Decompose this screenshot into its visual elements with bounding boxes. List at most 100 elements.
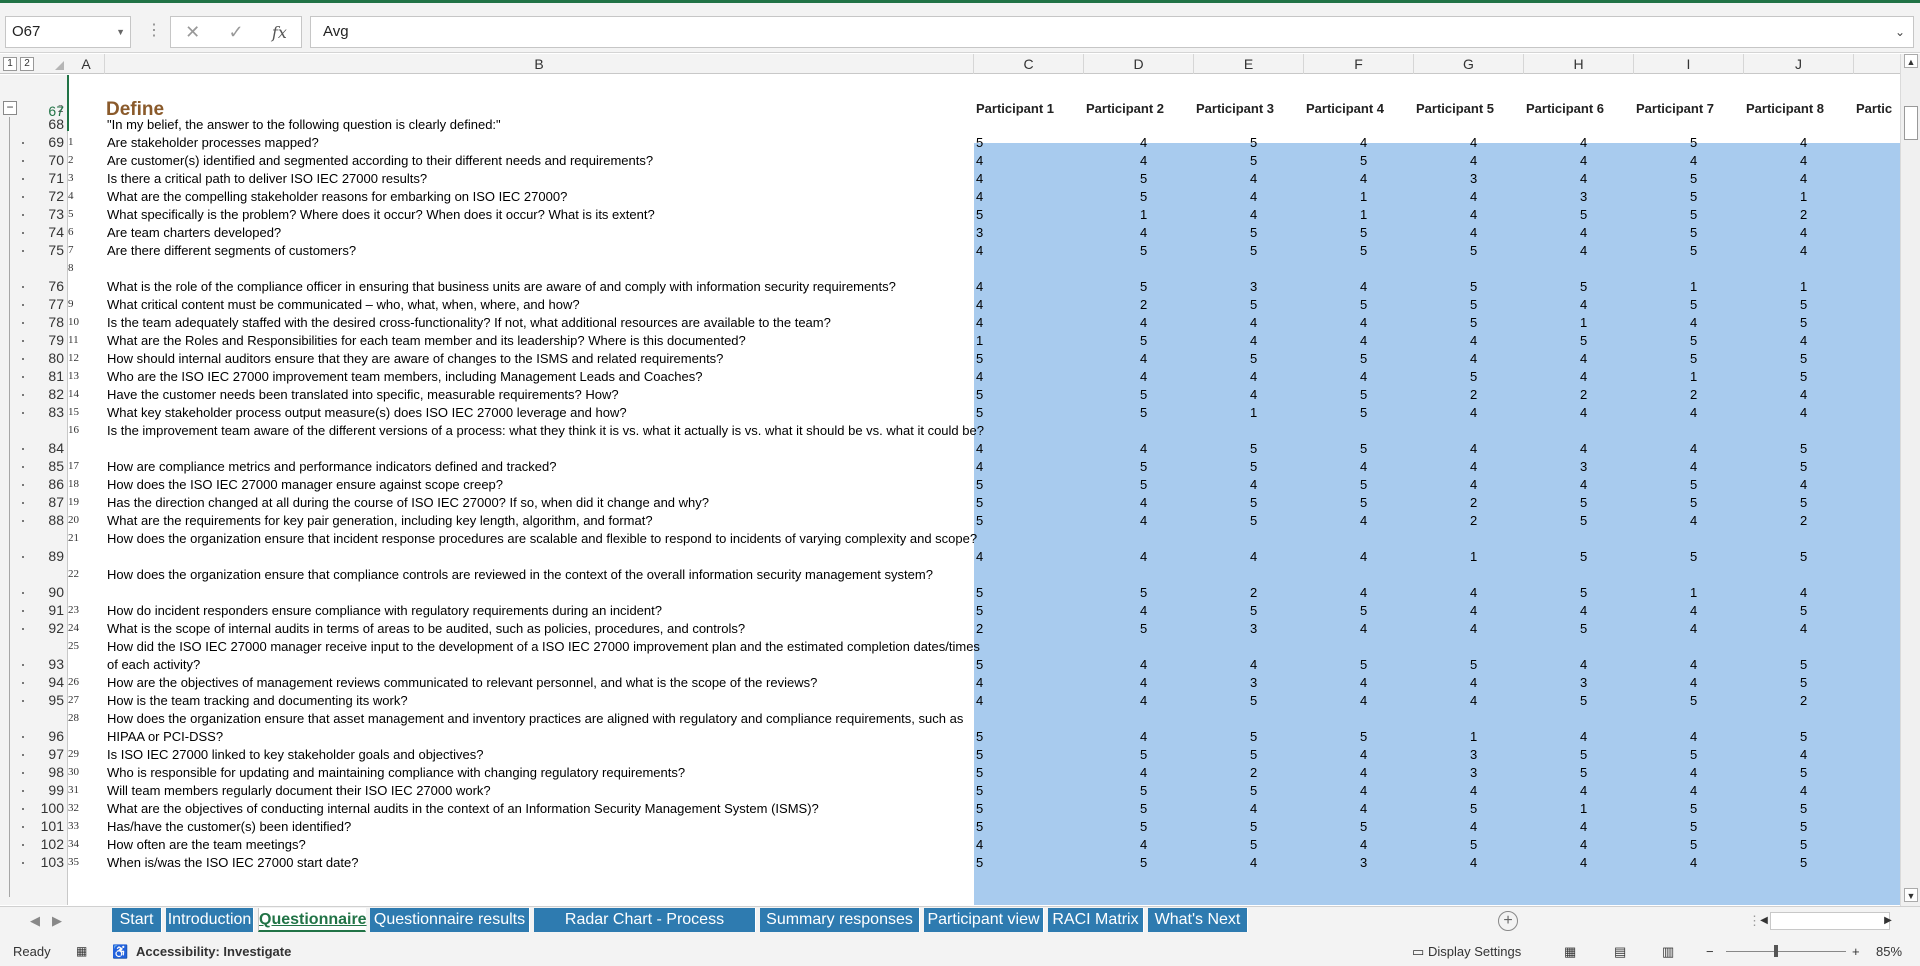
row-header-80[interactable]: 80 bbox=[38, 350, 66, 366]
score-cell[interactable]: 5 bbox=[1140, 170, 1147, 188]
score-cell[interactable]: 4 bbox=[1470, 602, 1477, 620]
score-cell[interactable]: 5 bbox=[976, 818, 983, 836]
score-cell[interactable]: 5 bbox=[1800, 800, 1807, 818]
score-cell[interactable]: 2 bbox=[1470, 494, 1477, 512]
scroll-down-icon[interactable]: ▼ bbox=[1904, 888, 1918, 902]
score-cell[interactable]: 4 bbox=[1690, 602, 1697, 620]
column-header-f[interactable]: F bbox=[1304, 54, 1414, 74]
score-cell[interactable]: 1 bbox=[1690, 368, 1697, 386]
score-cell[interactable]: 4 bbox=[1580, 368, 1587, 386]
score-cell[interactable]: 4 bbox=[1360, 764, 1367, 782]
score-cell[interactable]: 4 bbox=[1250, 386, 1257, 404]
score-cell[interactable]: 4 bbox=[1140, 764, 1147, 782]
question-text[interactable]: What specifically is the problem? Where … bbox=[107, 206, 987, 224]
question-text[interactable]: What is the role of the compliance offic… bbox=[107, 278, 1027, 296]
score-cell[interactable]: 5 bbox=[1470, 800, 1477, 818]
score-cell[interactable]: 5 bbox=[976, 134, 983, 152]
outline-level-2-button[interactable]: 2 bbox=[20, 57, 34, 71]
row-header-85[interactable]: 85 bbox=[38, 458, 66, 474]
score-cell[interactable]: 5 bbox=[976, 404, 983, 422]
score-cell[interactable]: 5 bbox=[976, 602, 983, 620]
page-layout-icon[interactable]: ▤ bbox=[1614, 944, 1626, 960]
zoom-thumb[interactable] bbox=[1774, 945, 1778, 957]
score-cell[interactable]: 5 bbox=[976, 386, 983, 404]
question-text[interactable]: How does the organization ensure that as… bbox=[107, 710, 987, 746]
score-cell[interactable]: 3 bbox=[1580, 458, 1587, 476]
score-cell[interactable]: 5 bbox=[976, 800, 983, 818]
score-cell[interactable]: 5 bbox=[1360, 296, 1367, 314]
question-text[interactable]: Are there different segments of customer… bbox=[107, 242, 987, 260]
score-cell[interactable]: 5 bbox=[1250, 494, 1257, 512]
score-cell[interactable]: 5 bbox=[1690, 800, 1697, 818]
score-cell[interactable]: 5 bbox=[1690, 692, 1697, 710]
score-cell[interactable]: 5 bbox=[1250, 782, 1257, 800]
score-cell[interactable]: 4 bbox=[1360, 314, 1367, 332]
question-text[interactable]: Will team members regularly document the… bbox=[107, 782, 987, 800]
row-header-71[interactable]: 71 bbox=[38, 170, 66, 186]
score-cell[interactable]: 4 bbox=[1250, 800, 1257, 818]
question-text[interactable]: What are the requirements for key pair g… bbox=[107, 512, 987, 530]
score-cell[interactable]: 4 bbox=[1250, 206, 1257, 224]
column-header-a[interactable]: A bbox=[68, 54, 105, 74]
score-cell[interactable]: 5 bbox=[976, 728, 983, 746]
score-cell[interactable]: 4 bbox=[1800, 746, 1807, 764]
score-cell[interactable]: 4 bbox=[1470, 188, 1477, 206]
score-cell[interactable]: 4 bbox=[1140, 152, 1147, 170]
outline-level-1-button[interactable]: 1 bbox=[3, 57, 17, 71]
score-cell[interactable]: 4 bbox=[976, 296, 983, 314]
question-text[interactable]: Are stakeholder processes mapped? bbox=[107, 134, 987, 152]
score-cell[interactable]: 4 bbox=[1690, 782, 1697, 800]
row-header-103[interactable]: 103 bbox=[38, 854, 66, 870]
score-cell[interactable]: 4 bbox=[1360, 278, 1367, 296]
score-cell[interactable]: 3 bbox=[1580, 674, 1587, 692]
question-text[interactable]: What are the objectives of conducting in… bbox=[107, 800, 987, 818]
score-cell[interactable]: 5 bbox=[1800, 836, 1807, 854]
sheet-tab-what-s-next[interactable]: What's Next bbox=[1148, 908, 1248, 932]
score-cell[interactable]: 4 bbox=[1690, 620, 1697, 638]
score-cell[interactable]: 4 bbox=[1140, 602, 1147, 620]
score-cell[interactable]: 5 bbox=[1250, 512, 1257, 530]
score-cell[interactable]: 5 bbox=[1140, 476, 1147, 494]
score-cell[interactable]: 4 bbox=[1140, 674, 1147, 692]
question-text[interactable]: Are team charters developed? bbox=[107, 224, 987, 242]
score-cell[interactable]: 4 bbox=[1470, 692, 1477, 710]
score-cell[interactable]: 4 bbox=[1470, 818, 1477, 836]
sheet-tab-start[interactable]: Start bbox=[112, 908, 162, 932]
vertical-scrollbar[interactable]: ▲ ▼ bbox=[1900, 54, 1920, 906]
row-header-93[interactable]: 93 bbox=[38, 656, 66, 672]
score-cell[interactable]: 4 bbox=[1470, 458, 1477, 476]
score-cell[interactable]: 1 bbox=[1580, 800, 1587, 818]
score-cell[interactable]: 2 bbox=[1580, 386, 1587, 404]
score-cell[interactable]: 5 bbox=[1690, 746, 1697, 764]
question-text[interactable]: How are the objectives of management rev… bbox=[107, 674, 987, 692]
score-cell[interactable]: 4 bbox=[1470, 134, 1477, 152]
score-cell[interactable]: 5 bbox=[1360, 152, 1367, 170]
score-cell[interactable]: 5 bbox=[1580, 548, 1587, 566]
score-cell[interactable]: 4 bbox=[1250, 332, 1257, 350]
score-cell[interactable]: 4 bbox=[1140, 692, 1147, 710]
score-cell[interactable]: 2 bbox=[1690, 386, 1697, 404]
fx-icon[interactable]: fx bbox=[272, 23, 287, 42]
score-cell[interactable]: 4 bbox=[1140, 548, 1147, 566]
row-header-88[interactable]: 88 bbox=[38, 512, 66, 528]
score-cell[interactable]: 2 bbox=[1140, 296, 1147, 314]
score-cell[interactable]: 2 bbox=[1250, 584, 1257, 602]
score-cell[interactable]: 5 bbox=[1580, 764, 1587, 782]
question-text[interactable]: Is there a critical path to deliver ISO … bbox=[107, 170, 987, 188]
score-cell[interactable]: 4 bbox=[1580, 242, 1587, 260]
column-header-c[interactable]: C bbox=[974, 54, 1084, 74]
score-cell[interactable]: 5 bbox=[1140, 746, 1147, 764]
question-text[interactable]: Are customer(s) identified and segmented… bbox=[107, 152, 987, 170]
question-text[interactable]: How should internal auditors ensure that… bbox=[107, 350, 987, 368]
score-cell[interactable]: 5 bbox=[1360, 728, 1367, 746]
score-cell[interactable]: 5 bbox=[976, 494, 983, 512]
score-cell[interactable]: 5 bbox=[1250, 728, 1257, 746]
row-header-76[interactable]: 76 bbox=[38, 278, 66, 294]
score-cell[interactable]: 5 bbox=[1470, 242, 1477, 260]
score-cell[interactable]: 4 bbox=[1140, 656, 1147, 674]
score-cell[interactable]: 5 bbox=[1800, 368, 1807, 386]
score-cell[interactable]: 5 bbox=[976, 854, 983, 872]
score-cell[interactable]: 4 bbox=[1250, 170, 1257, 188]
select-all-corner[interactable] bbox=[55, 61, 64, 70]
score-cell[interactable]: 5 bbox=[1690, 548, 1697, 566]
